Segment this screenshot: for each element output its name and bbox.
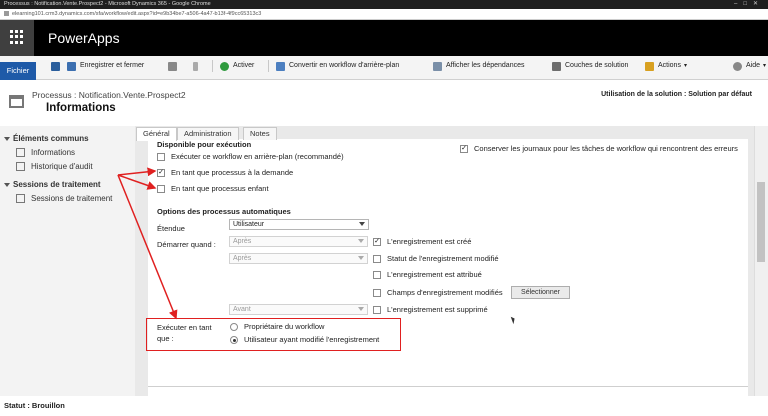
annotation-arrows <box>117 167 178 320</box>
arrow-to-on-demand <box>117 167 157 177</box>
arrow-to-run-as <box>117 174 178 320</box>
record-status: Statut : Brouillon <box>4 401 65 410</box>
arrow-to-child-process <box>117 174 157 190</box>
